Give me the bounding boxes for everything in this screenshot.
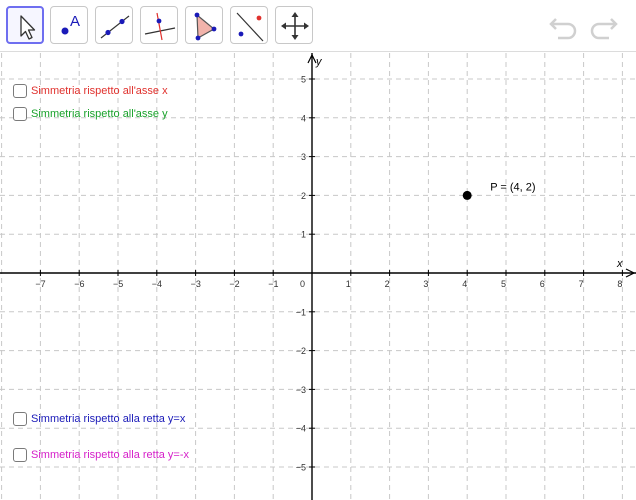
x-tick-label: 8 xyxy=(617,279,622,289)
y-tick-label: 5 xyxy=(301,75,306,85)
y-tick-label: −1 xyxy=(296,307,306,317)
point-tool-glyph: A xyxy=(70,13,80,30)
y-tick-label: −2 xyxy=(296,346,306,356)
x-tick-label: −4 xyxy=(152,279,162,289)
line-tool-button[interactable] xyxy=(95,6,133,44)
move-graphics-view-icon xyxy=(281,12,309,40)
point-icon: A xyxy=(61,13,80,35)
x-tick-label: 0 xyxy=(300,279,305,289)
polygon-icon xyxy=(194,12,217,41)
x-tick-label: −1 xyxy=(268,279,278,289)
redo-icon[interactable] xyxy=(585,12,619,40)
y-tick-label: 3 xyxy=(301,152,306,162)
x-tick-label: 2 xyxy=(385,279,390,289)
checkbox-box[interactable] xyxy=(13,107,27,121)
checkbox-label: Simmetria rispetto all'asse x xyxy=(31,85,168,97)
point-p[interactable] xyxy=(462,190,472,200)
perpendicular-line-tool-button[interactable] xyxy=(140,6,178,44)
checkbox-label: Simmetria rispetto alla retta y=-x xyxy=(31,449,190,461)
x-tick-label: −2 xyxy=(229,279,239,289)
point-tool-button[interactable]: A xyxy=(50,6,88,44)
x-tick-label: −3 xyxy=(191,279,201,289)
checkbox-box[interactable] xyxy=(13,412,27,426)
checkbox-label: Simmetria rispetto all'asse y xyxy=(31,108,168,120)
y-axis-label: y xyxy=(315,56,323,68)
undo-icon[interactable] xyxy=(548,12,582,40)
y-tick-label: 4 xyxy=(301,113,306,123)
x-tick-label: 4 xyxy=(462,279,467,289)
y-tick-label: −3 xyxy=(296,385,306,395)
x-tick-label: 7 xyxy=(579,279,584,289)
cursor-arrow-icon xyxy=(20,15,36,40)
x-tick-label: 3 xyxy=(423,279,428,289)
x-tick-label: 5 xyxy=(501,279,506,289)
y-tick-label: 1 xyxy=(301,230,306,240)
x-axis-label: x xyxy=(616,258,623,270)
polygon-tool-button[interactable] xyxy=(185,6,223,44)
x-tick-label: −6 xyxy=(74,279,84,289)
reflect-about-line-icon xyxy=(236,12,264,42)
checkbox-label: Simmetria rispetto alla retta y=x xyxy=(31,413,186,425)
perpendicular-line-icon xyxy=(144,12,176,41)
x-tick-label: 1 xyxy=(346,279,351,289)
x-tick-label: 6 xyxy=(540,279,545,289)
checkbox-box[interactable] xyxy=(13,84,27,98)
reflect-about-line-tool-button[interactable] xyxy=(230,6,268,44)
point-p-label: P = (4, 2) xyxy=(490,181,535,193)
toolbar: A xyxy=(0,0,636,52)
x-tick-label: −7 xyxy=(35,279,45,289)
line-through-points-icon xyxy=(100,15,130,39)
move-tool-button[interactable] xyxy=(6,6,44,44)
checkbox-box[interactable] xyxy=(13,448,27,462)
y-tick-label: −4 xyxy=(296,424,306,434)
move-graphics-view-tool-button[interactable] xyxy=(275,6,313,44)
y-tick-label: 2 xyxy=(301,191,306,201)
y-tick-label: −5 xyxy=(296,463,306,473)
x-tick-label: −5 xyxy=(113,279,123,289)
